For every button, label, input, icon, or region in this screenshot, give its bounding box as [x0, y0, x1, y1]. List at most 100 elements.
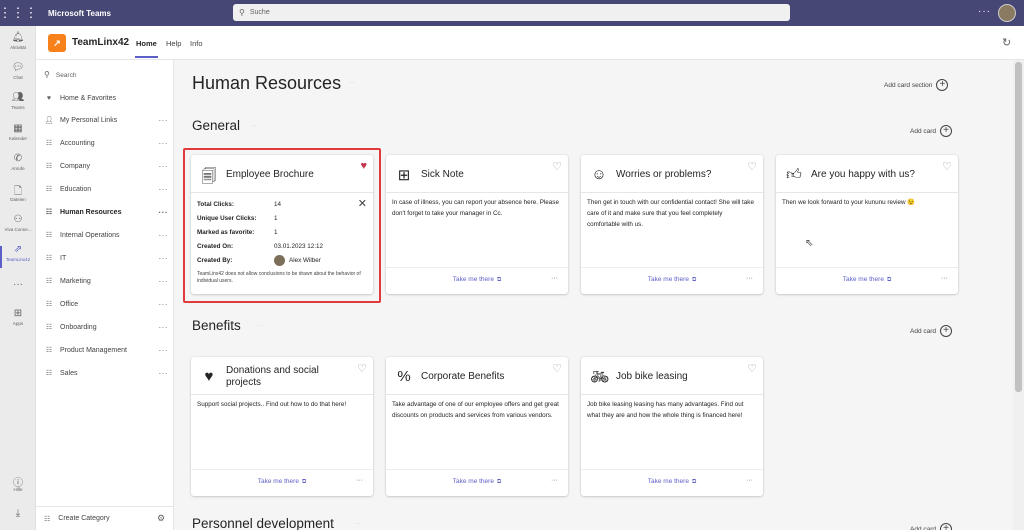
section-more-icon[interactable]: ··· — [256, 323, 262, 329]
take-me-there-link[interactable]: Take me there ⧉ — [386, 478, 568, 486]
take-me-there-link[interactable]: Take me there ⧉ — [581, 276, 763, 284]
take-me-there-link[interactable]: Take me there ⧉ — [191, 478, 373, 486]
rail-item-chat[interactable]: 💬︎ Chat — [0, 62, 36, 80]
rail-item-viva[interactable]: ⚇ Viva Conne... — [0, 214, 36, 232]
more-icon[interactable]: ··· — [159, 277, 169, 286]
sidebar-item-product-management[interactable]: ☷ Product Management ··· — [44, 341, 168, 359]
rail-item-teamlinx[interactable]: ⇗ TeamLinx42 — [0, 244, 36, 268]
card-sick-note[interactable]: ⊞ Sick Note ♡ In case of illness, you ca… — [386, 155, 568, 294]
percent-icon: % — [397, 368, 411, 385]
card-more-icon[interactable]: ··· — [746, 477, 753, 484]
more-icon[interactable]: ··· — [159, 116, 169, 125]
main-scrollbar[interactable] — [1013, 60, 1024, 530]
section-more-icon[interactable]: ··· — [355, 521, 361, 527]
sidebar-item-human-resources[interactable]: ☷ Human Resources ··· — [44, 203, 168, 221]
card-title: Employee Brochure — [226, 169, 314, 180]
gear-icon[interactable]: ⚙ — [157, 513, 165, 524]
sidebar-item-accounting[interactable]: ☷ Accounting ··· — [44, 134, 168, 152]
section-more-icon[interactable]: ··· — [251, 123, 257, 129]
card-description: In case of illness, you can report your … — [392, 199, 559, 217]
card-job-bike-leasing[interactable]: 🚲︎ Job bike leasing ♡ Job bike leasing l… — [581, 357, 763, 496]
card-donations[interactable]: ♥ Donations and social projects ♡ Suppor… — [191, 357, 373, 496]
add-category-icon: ☷ — [44, 515, 51, 523]
sidebar-item-company[interactable]: ☷ Company ··· — [44, 157, 168, 175]
sidebar-item-education[interactable]: ☷ Education ··· — [44, 180, 168, 198]
card-worries[interactable]: ☺ Worries or problems? ♡ Then get in tou… — [581, 155, 763, 294]
add-card-button-general[interactable]: Add card + — [910, 125, 953, 137]
rail-item-help[interactable]: ⓘ Hilfe — [0, 474, 36, 492]
category-icon: ☷ — [45, 278, 53, 285]
refresh-icon[interactable]: ↻ — [1002, 36, 1011, 49]
favorite-heart-icon[interactable]: ♡ — [747, 362, 757, 375]
app-launcher-icon[interactable]: ⋮⋮⋮ — [0, 0, 38, 26]
sidebar-item-marketing[interactable]: ☷ Marketing ··· — [44, 272, 168, 290]
category-search-input[interactable]: ⚲ Search — [44, 70, 76, 79]
sidebar-item-internal-operations[interactable]: ☷ Internal Operations ··· — [44, 226, 168, 244]
rail-item-files[interactable]: 🗋 Dateien — [0, 184, 36, 202]
card-more-icon[interactable]: ··· — [551, 477, 558, 484]
more-options-icon[interactable]: ··· — [978, 6, 991, 17]
more-icon[interactable]: ··· — [159, 369, 169, 378]
card-more-icon[interactable]: ··· — [356, 477, 363, 484]
take-me-there-link[interactable]: Take me there ⧉ — [386, 276, 568, 284]
more-icon[interactable]: ··· — [159, 208, 169, 217]
app-name: TeamLinx42 — [72, 37, 130, 48]
more-icon[interactable]: ··· — [159, 254, 169, 263]
sidebar-item-sales[interactable]: ☷ Sales ··· — [44, 364, 168, 382]
favorite-heart-icon[interactable]: ♡ — [942, 160, 952, 173]
more-icon[interactable]: ··· — [159, 346, 169, 355]
brochure-icon: 🗐 — [201, 168, 217, 185]
rail-item-calls[interactable]: ✆ Anrufe — [0, 153, 36, 171]
tab-info[interactable]: Info — [190, 39, 203, 48]
more-icon[interactable]: ··· — [159, 231, 169, 240]
title-more-icon[interactable]: ··· — [349, 80, 355, 86]
page-title: Human Resources — [192, 73, 342, 93]
rail-item-teams[interactable]: 👥︎ Teams — [0, 92, 36, 110]
category-sidebar: ⚲ Search ♥ Home & Favorites 👤︎ My Personal … — [36, 60, 174, 530]
rail-more-icon[interactable]: ··· — [0, 279, 36, 291]
person-icon: 👤︎ — [44, 117, 54, 124]
favorite-heart-icon[interactable]: ♡ — [357, 362, 367, 375]
tab-help[interactable]: Help — [166, 39, 181, 48]
favorite-heart-icon[interactable]: ♡ — [747, 160, 757, 173]
add-card-button-benefits[interactable]: Add card + — [910, 325, 953, 337]
take-me-there-link[interactable]: Take me there ⧉ — [581, 478, 763, 486]
add-card-button-personnel[interactable]: Add card + — [910, 523, 953, 530]
search-placeholder: Suche — [249, 9, 270, 16]
sidebar-item-onboarding[interactable]: ☷ Onboarding ··· — [44, 318, 168, 336]
favorite-heart-icon[interactable]: ♡ — [552, 362, 562, 375]
more-icon[interactable]: ··· — [159, 139, 169, 148]
favorite-heart-icon[interactable]: ♡ — [552, 160, 562, 173]
card-description: Job bike leasing leasing has many advant… — [587, 401, 744, 419]
more-icon[interactable]: ··· — [159, 323, 169, 332]
card-employee-brochure[interactable]: 🗐 Employee Brochure ♥ ✕ Total Clicks: 14 … — [191, 155, 373, 294]
download-icon[interactable]: ⤓ — [0, 508, 36, 520]
favorite-heart-icon[interactable]: ♥ — [360, 160, 367, 172]
external-link-icon: ⧉ — [886, 277, 892, 283]
main-content: Human Resources ··· Add card section + Ge… — [175, 60, 1013, 530]
user-avatar[interactable] — [998, 4, 1016, 22]
sidebar-item-office[interactable]: ☷ Office ··· — [44, 295, 168, 313]
sidebar-item-it[interactable]: ☷ IT ··· — [44, 249, 168, 267]
card-corporate-benefits[interactable]: % Corporate Benefits ♡ Take advantage of… — [386, 357, 568, 496]
stats-disclaimer: TeamLinx42 does not allow conclusions to… — [197, 271, 361, 284]
rail-item-calendar[interactable]: ▦ Kalender — [0, 123, 36, 141]
card-more-icon[interactable]: ··· — [941, 275, 948, 282]
sidebar-item-personal-links[interactable]: 👤︎ My Personal Links ··· — [44, 111, 168, 129]
external-link-icon: ⧉ — [496, 479, 502, 485]
create-category-button[interactable]: ☷ Create Category ⚙ — [36, 506, 174, 530]
scrollbar-thumb[interactable] — [1015, 62, 1022, 392]
card-more-icon[interactable]: ··· — [551, 275, 558, 282]
tab-home[interactable]: Home — [135, 39, 158, 58]
more-icon[interactable]: ··· — [159, 300, 169, 309]
rail-item-apps[interactable]: ⊞ Apps — [0, 308, 36, 326]
add-card-section-button[interactable]: Add card section + — [884, 79, 949, 91]
global-search-input[interactable]: ⚲ Suche — [233, 4, 790, 21]
more-icon[interactable]: ··· — [159, 185, 169, 194]
more-icon[interactable]: ··· — [159, 162, 169, 171]
card-more-icon[interactable]: ··· — [746, 275, 753, 282]
rail-item-activity[interactable]: 🔔︎ Aktivität — [0, 32, 36, 50]
card-happy[interactable]: 👍︎ Are you happy with us? ♡ Then we look… — [776, 155, 958, 294]
take-me-there-link[interactable]: Take me there ⧉ — [776, 276, 958, 284]
sidebar-item-home-favorites[interactable]: ♥ Home & Favorites — [44, 89, 168, 107]
